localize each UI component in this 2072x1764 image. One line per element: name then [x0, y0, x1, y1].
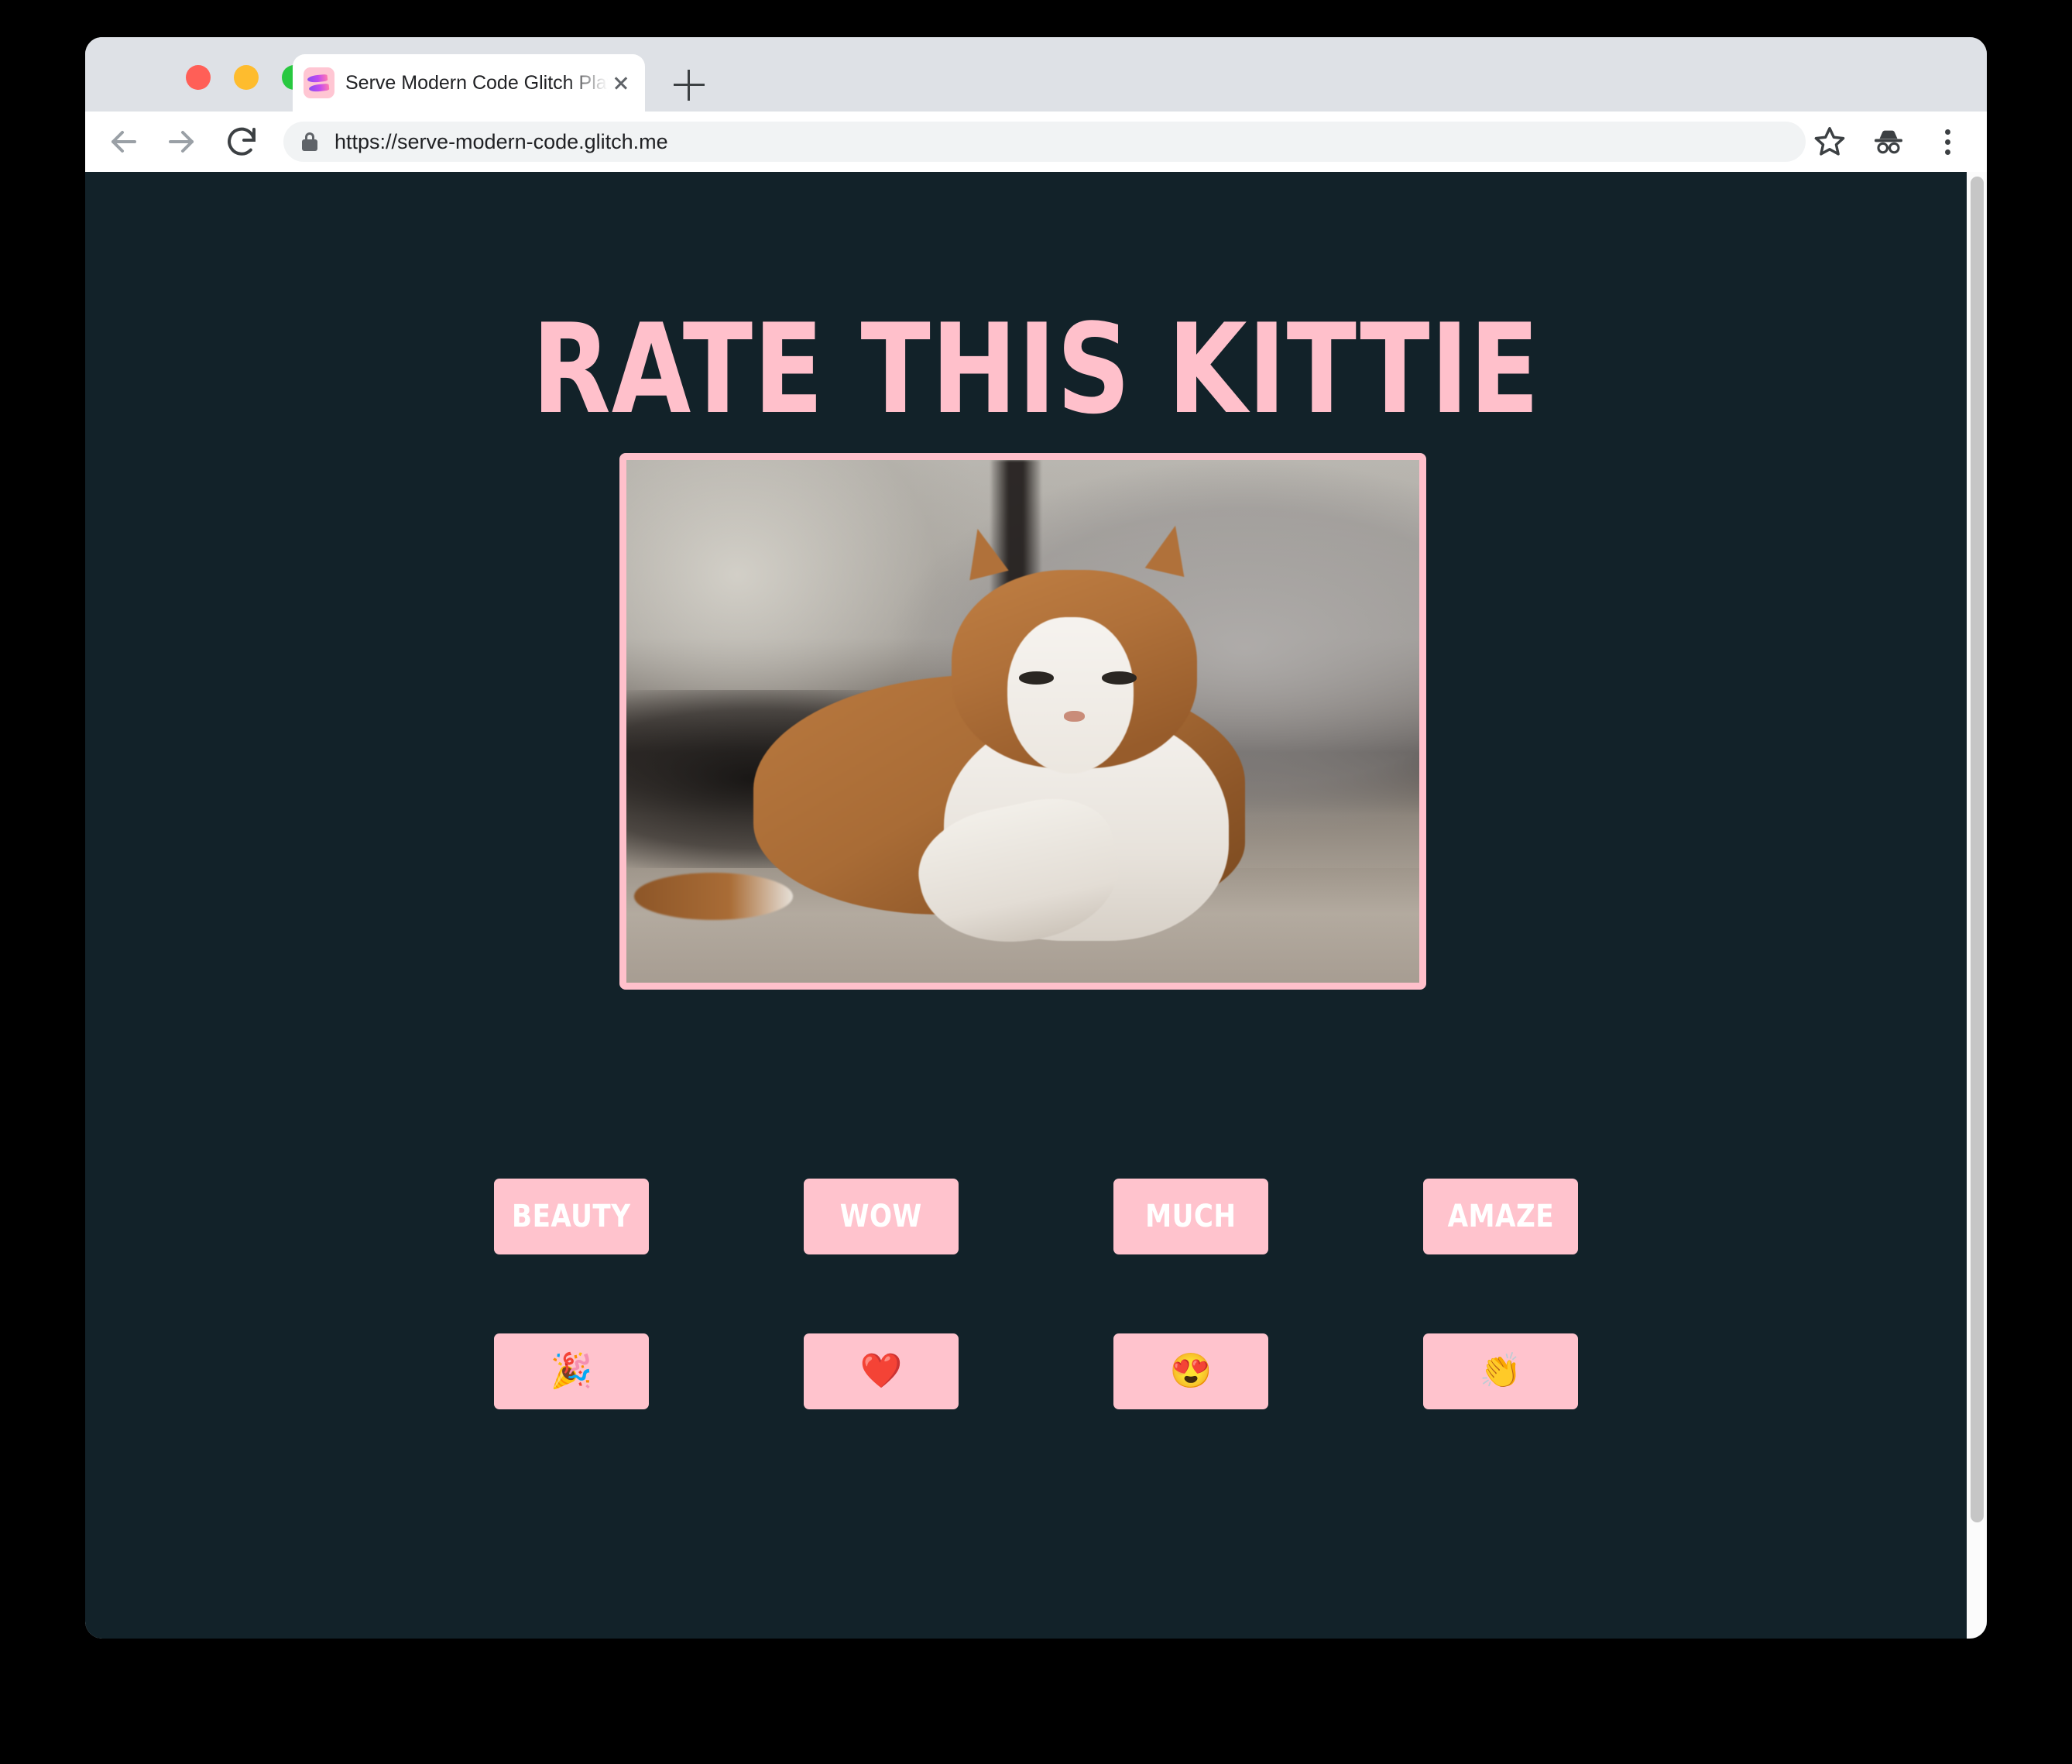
forward-arrow-icon[interactable] [163, 123, 200, 160]
rate-amaze-label: AMAZE [1447, 1199, 1554, 1234]
rate-red-heart-button[interactable]: ❤️ [804, 1333, 959, 1409]
browser-tab-active[interactable]: Serve Modern Code Glitch Play [293, 54, 645, 112]
rate-amaze-button[interactable]: AMAZE [1423, 1179, 1578, 1254]
back-arrow-icon[interactable] [105, 123, 142, 160]
page-scrollbar[interactable] [1967, 172, 1987, 1639]
scrollbar-thumb[interactable] [1971, 177, 1984, 1522]
clapping-hands-icon: 👏 [1479, 1352, 1522, 1390]
new-tab-button[interactable] [674, 70, 705, 101]
rate-much-button[interactable]: MUCH [1113, 1179, 1268, 1254]
address-bar[interactable]: https://serve-modern-code.glitch.me [283, 122, 1806, 162]
rate-beauty-button[interactable]: BEAUTY [494, 1179, 649, 1254]
rate-much-label: MUCH [1145, 1199, 1237, 1234]
three-dot-menu-icon[interactable] [1930, 124, 1965, 160]
incognito-icon[interactable] [1871, 124, 1906, 160]
minimize-window-button[interactable] [234, 65, 259, 90]
close-icon[interactable] [608, 70, 634, 96]
reload-icon[interactable] [223, 123, 260, 160]
heart-eyes-icon: 😍 [1169, 1352, 1213, 1390]
rating-emoji-buttons: 🎉 ❤️ 😍 👏 [85, 1333, 1987, 1409]
rate-wow-button[interactable]: WOW [804, 1179, 959, 1254]
glitch-fish-icon [304, 67, 334, 98]
close-window-button[interactable] [186, 65, 211, 90]
page-viewport: RATE THIS KITTIE BEAUTY WOW MUCH AMAZE 🎉… [85, 172, 1987, 1639]
red-heart-icon: ❤️ [859, 1352, 903, 1390]
browser-window: Serve Modern Code Glitch Play https://se… [85, 37, 1987, 1639]
page-title: RATE THIS KITTIE [531, 297, 1541, 441]
url-text: https://serve-modern-code.glitch.me [334, 129, 668, 153]
party-popper-icon: 🎉 [550, 1352, 593, 1390]
kitty-photo [626, 460, 1419, 983]
tab-title: Serve Modern Code Glitch Play [345, 71, 608, 94]
lock-icon [302, 132, 317, 151]
rate-heart-eyes-button[interactable]: 😍 [1113, 1333, 1268, 1409]
rate-party-popper-button[interactable]: 🎉 [494, 1333, 649, 1409]
browser-toolbar: https://serve-modern-code.glitch.me [85, 112, 1987, 172]
star-icon[interactable] [1812, 124, 1847, 160]
rate-clapping-hands-button[interactable]: 👏 [1423, 1333, 1578, 1409]
rating-word-buttons: BEAUTY WOW MUCH AMAZE [85, 1179, 1987, 1254]
rate-beauty-label: BEAUTY [512, 1199, 631, 1234]
window-controls [186, 65, 307, 90]
kitty-image-frame [619, 453, 1426, 990]
tab-strip: Serve Modern Code Glitch Play [85, 37, 1987, 112]
rate-wow-label: WOW [840, 1199, 922, 1234]
